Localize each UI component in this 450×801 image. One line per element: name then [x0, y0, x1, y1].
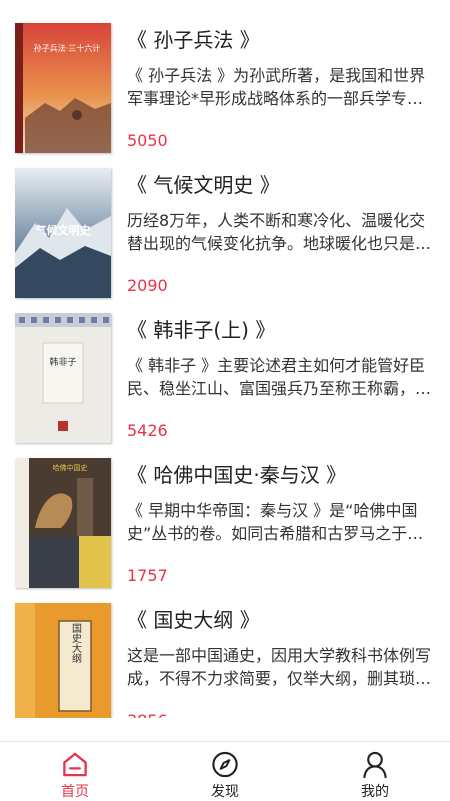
cover-title: 国史大纲	[70, 623, 82, 664]
cover-title: 韩非子	[49, 356, 76, 368]
user-icon	[363, 751, 387, 779]
tab-me[interactable]: 我的	[300, 742, 450, 801]
book-description: 历经8万年，人类不断和寒冷化、温暖化交替出现的气候变化抗争。地球暖化也只是人类历…	[127, 211, 432, 253]
tab-label: 我的	[361, 784, 389, 800]
book-item[interactable]: 哈佛中国史 《 哈佛中国史·秦与汉 》 《 早期中华帝国：秦与汉 》是“哈佛中国…	[0, 435, 450, 588]
book-item[interactable]: 气候文明史 《 气候文明史 》 历经8万年，人类不断和寒冷化、温暖化交替出现的气…	[0, 145, 450, 298]
book-description: 这是一部中国通史，因用大学教科书体例写成，不得不力求简要，仅举大纲，删其琐节..…	[127, 646, 432, 688]
home-icon	[63, 752, 87, 777]
book-list: 孙子兵法·三十六计 《 孙子兵法 》 《 孙子兵法 》为孙武所著，是我国和世界军…	[0, 0, 450, 718]
book-cover[interactable]: 气候文明史	[15, 168, 111, 298]
book-cover[interactable]: 哈佛中国史	[15, 458, 111, 588]
book-item[interactable]: 韩非子 《 韩非子(上) 》 《 韩非子 》主要论述君主如何才能管好臣民、稳坐江…	[0, 290, 450, 443]
read-count: 3856	[127, 711, 168, 718]
book-title[interactable]: 《 孙子兵法 》	[127, 24, 260, 53]
book-title[interactable]: 《 国史大纲 》	[127, 604, 260, 633]
book-item[interactable]: 孙子兵法·三十六计 《 孙子兵法 》 《 孙子兵法 》为孙武所著，是我国和世界军…	[0, 0, 450, 153]
tab-home[interactable]: 首页	[0, 742, 150, 801]
book-cover[interactable]: 孙子兵法·三十六计	[15, 23, 111, 153]
book-item[interactable]: 国史大纲 《 国史大纲 》 这是一部中国通史，因用大学教科书体例写成，不得不力求…	[0, 580, 450, 718]
cover-title: 孙子兵法·三十六计	[34, 43, 101, 53]
bottom-tab-bar: 首页 发现 我的	[0, 741, 450, 801]
cover-title: 气候文明史	[35, 223, 92, 237]
book-description: 《 孙子兵法 》为孙武所著，是我国和世界军事理论*早形成战略体系的一部兵学专著。…	[127, 66, 439, 108]
tab-discover[interactable]: 发现	[150, 742, 300, 801]
book-title[interactable]: 《 哈佛中国史·秦与汉 》	[127, 459, 346, 488]
book-title[interactable]: 《 韩非子(上) 》	[127, 314, 275, 343]
tab-label: 发现	[211, 784, 239, 800]
book-cover[interactable]: 韩非子	[15, 313, 111, 443]
tab-label: 首页	[61, 784, 89, 800]
compass-icon	[212, 751, 238, 778]
book-title[interactable]: 《 气候文明史 》	[127, 169, 280, 198]
book-description: 《 韩非子 》主要论述君主如何才能管好臣民、稳坐江山、富国强兵乃至称王称霸，亦即…	[127, 356, 432, 398]
book-description: 《 早期中华帝国：秦与汉 》是“哈佛中国史”丛书的卷。如同古希腊和古罗马之于西方…	[127, 501, 424, 543]
book-cover[interactable]: 国史大纲	[15, 603, 111, 718]
cover-title: 哈佛中国史	[53, 463, 88, 472]
